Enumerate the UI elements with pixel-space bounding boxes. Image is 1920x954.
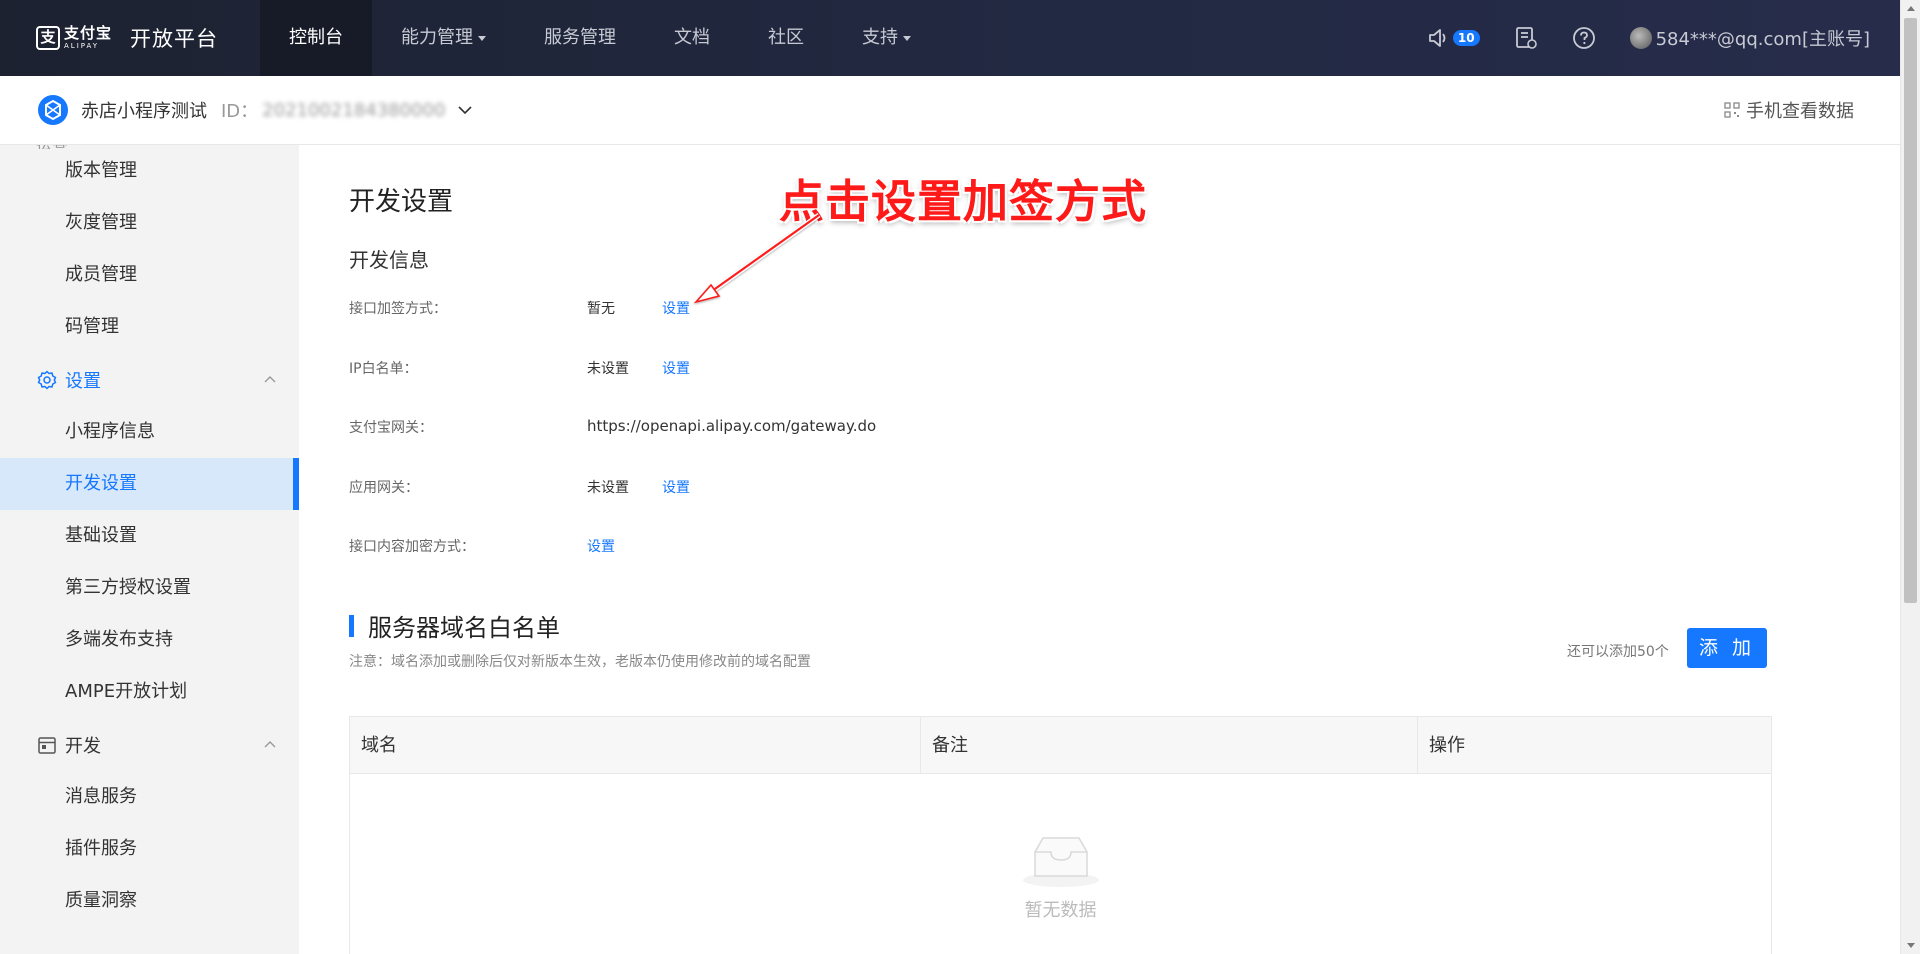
remaining-count: 还可以添加50个 [1567,644,1669,660]
nav-item-docs[interactable]: 文档 [645,0,739,76]
mobile-view-data-button[interactable]: 手机查看数据 [1724,97,1854,123]
help-button[interactable] [1572,26,1596,50]
nav-menu: 控制台 能力管理 服务管理 文档 社区 支持 [260,0,940,76]
chevron-down-icon[interactable] [457,102,473,118]
avatar [1629,27,1652,49]
sidebar-item-version[interactable]: 版本管理 [0,145,299,197]
help-icon [1572,27,1595,49]
notification-badge: 10 [1452,30,1480,46]
app-gateway-set-link[interactable]: 设置 [662,477,690,497]
alipay-logo: 支 支付宝 ALIPAY [36,26,112,50]
qrcode-icon [1724,102,1740,118]
sidebar-item-plugin-service[interactable]: 插件服务 [0,823,299,875]
nav-item-service[interactable]: 服务管理 [515,0,645,76]
brand[interactable]: 支 支付宝 ALIPAY 开放平台 [36,23,260,53]
column-header-remark: 备注 [921,717,1418,773]
nav-item-console[interactable]: 控制台 [260,0,372,76]
sign-method-set-link[interactable]: 设置 [662,298,690,318]
ip-whitelist-set-link[interactable]: 设置 [662,358,690,378]
app-header: 赤店小程序测试 ID： 2021002184380000 手机查看数据 [0,76,1900,145]
calendar-icon [38,737,56,754]
page-title: 开发设置 [349,187,454,217]
chevron-up-icon [264,741,276,748]
nav-right: 10 584***@qq.com[主账号] [1393,0,1900,76]
sidebar-item-grayscale[interactable]: 灰度管理 [0,197,299,249]
table-header: 域名 备注 操作 [350,717,1771,774]
todo-button[interactable] [1514,26,1538,50]
logo-text-cn: 支付宝 [64,24,113,42]
sidebar-item-quality-insight[interactable]: 质量洞察 [0,875,299,927]
caret-down-icon [903,35,911,41]
sidebar-group-settings-label: 设置 [65,371,101,392]
app-gateway-label: 应用网关： [349,480,419,496]
sign-method-value: 暂无 [587,301,615,317]
scrollbar-thumb[interactable] [1904,18,1917,603]
app-id-value: 2021002184380000 [262,99,446,121]
nav-item-community[interactable]: 社区 [739,0,833,76]
nav-item-capability[interactable]: 能力管理 [372,0,515,76]
notification-button[interactable]: 10 [1427,27,1480,49]
user-account-menu[interactable]: 584***@qq.com[主账号] [1629,25,1870,51]
sidebar-item-codes[interactable]: 码管理 [0,301,299,353]
sidebar-item-ampe[interactable]: AMPE开放计划 [0,666,299,718]
app-id-label: ID： [221,101,259,122]
scroll-down-arrow-icon[interactable] [1907,943,1915,948]
sign-method-label: 接口加签方式： [349,301,447,317]
sidebar-group-dev[interactable]: 开发 [0,719,299,771]
encrypt-method-label: 接口内容加密方式： [349,539,475,555]
caret-down-icon [478,35,486,41]
column-header-actions: 操作 [1429,735,1465,756]
ip-whitelist-value: 未设置 [587,361,629,377]
chevron-up-icon [264,376,276,383]
miniapp-logo-icon [38,95,68,125]
sidebar-item-dev-settings[interactable]: 开发设置 [0,458,299,510]
sidebar-item-basic-settings[interactable]: 基础设置 [0,510,299,562]
domain-table: 域名 备注 操作 暂无数据 [349,716,1772,954]
encrypt-method-set-link[interactable]: 设置 [587,536,615,556]
add-domain-button[interactable]: 添 加 [1687,628,1767,668]
empty-state-text: 暂无数据 [1024,900,1097,921]
annotation-text: 点击设置加签方式 [779,175,1148,228]
ip-whitelist-label: IP白名单： [349,361,418,377]
page-scrollbar[interactable] [1900,0,1920,954]
alipay-logo-icon: 支 [36,26,60,50]
gateway-value: https://openapi.alipay.com/gateway.do [587,417,877,435]
domain-whitelist-note: 注意：域名添加或删除后仅对新版本生效，老版本仍使用修改前的域名配置 [349,654,811,670]
user-account-label: 584***@qq.com[主账号] [1655,29,1870,50]
speaker-icon [1428,29,1446,47]
sidebar: 运营 版本管理 灰度管理 成员管理 码管理 设置 小程序信息 开发设置 基础设置… [0,145,299,954]
sidebar-group-dev-label: 开发 [65,736,101,757]
sidebar-group-settings[interactable]: 设置 [0,354,299,406]
app-name: 赤店小程序测试 [81,101,207,122]
sidebar-item-third-party-auth[interactable]: 第三方授权设置 [0,562,299,614]
platform-title: 开放平台 [130,27,219,51]
scroll-up-arrow-icon[interactable] [1907,6,1915,11]
nav-item-capability-label: 能力管理 [401,27,473,48]
app-gateway-value: 未设置 [587,480,629,496]
nav-item-support-label: 支持 [862,27,898,48]
document-list-icon [1515,27,1537,49]
main-content: 开发设置 开发信息 接口加签方式： 暂无 设置 IP白名单： 未设置 设置 支付… [299,145,1900,954]
empty-inbox-icon [1022,837,1099,887]
domain-whitelist-title: 服务器域名白名单 [368,614,560,642]
top-navigation: 支 支付宝 ALIPAY 开放平台 控制台 能力管理 服务管理 文档 社区 支持… [0,0,1900,76]
mobile-view-label: 手机查看数据 [1746,101,1854,122]
sidebar-item-miniapp-info[interactable]: 小程序信息 [0,406,299,458]
nav-item-support[interactable]: 支持 [833,0,940,76]
section-accent-bar [349,614,354,637]
column-header-domain: 域名 [350,717,921,773]
sidebar-item-members[interactable]: 成员管理 [0,249,299,301]
sidebar-item-multi-publish[interactable]: 多端发布支持 [0,614,299,666]
gear-icon [37,370,57,390]
gateway-label: 支付宝网关： [349,420,433,436]
empty-state: 暂无数据 [350,774,1771,922]
logo-text-en: ALIPAY [64,42,100,50]
domain-whitelist-header: 服务器域名白名单 [349,608,560,643]
sidebar-item-message-service[interactable]: 消息服务 [0,771,299,823]
section-title-dev-info: 开发信息 [349,248,429,272]
